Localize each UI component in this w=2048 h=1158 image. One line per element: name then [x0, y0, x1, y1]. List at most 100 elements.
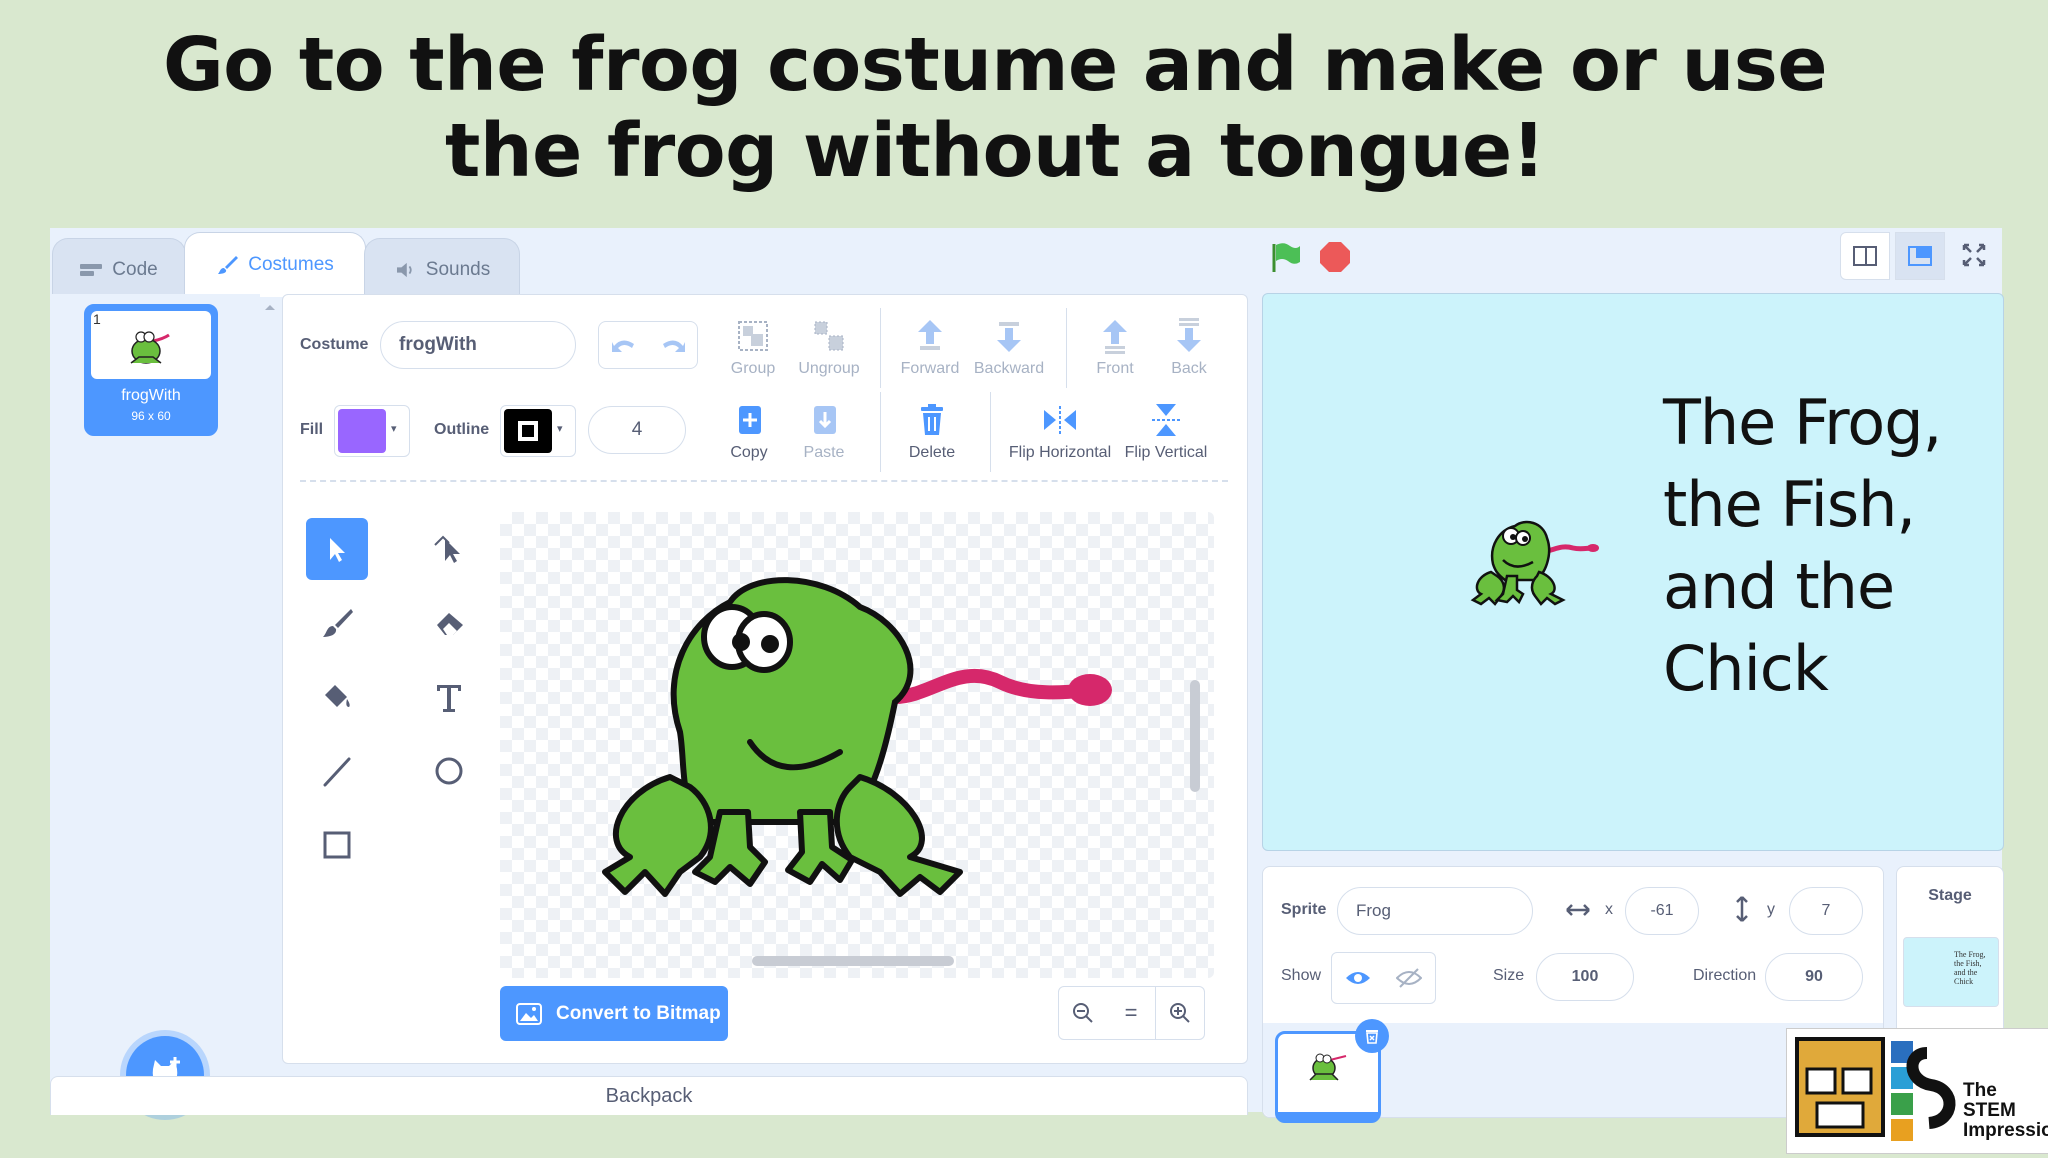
- back-icon: [1177, 318, 1201, 352]
- stage-thumbnail: The Frog, the Fish, and the Chick: [1903, 937, 1999, 1007]
- tab-sounds[interactable]: Sounds: [364, 238, 520, 301]
- green-flag-icon[interactable]: [1268, 240, 1302, 274]
- horizontal-arrows-icon: [1566, 904, 1590, 916]
- stage[interactable]: The Frog, the Fish, and the Chick: [1262, 293, 2004, 851]
- flip-vertical-button[interactable]: Flip Vertical: [1118, 400, 1214, 462]
- brush-icon: [323, 609, 353, 637]
- large-stage-button[interactable]: [1895, 232, 1945, 280]
- delete-sprite-button[interactable]: [1355, 1019, 1389, 1053]
- tab-code[interactable]: Code: [52, 238, 186, 301]
- hide-sprite-button[interactable]: [1383, 952, 1436, 1004]
- circle-tool[interactable]: [418, 740, 480, 802]
- y-input[interactable]: 7: [1789, 887, 1863, 935]
- brush-tool[interactable]: [306, 592, 368, 654]
- paste-label: Paste: [803, 444, 845, 461]
- canvas-vertical-scrollbar[interactable]: [1190, 680, 1200, 792]
- backward-label: Backward: [973, 360, 1045, 377]
- ungroup-button[interactable]: Ungroup: [792, 316, 866, 378]
- group-icon: [738, 321, 768, 351]
- fill-tool[interactable]: [306, 666, 368, 728]
- logo-text: The STEM Impressionists: [1963, 1080, 2048, 1141]
- rectangle-tool[interactable]: [306, 814, 368, 876]
- eye-slash-icon: [1396, 968, 1422, 988]
- sprite-name-input[interactable]: Frog: [1337, 887, 1533, 935]
- zoom-in-button[interactable]: [1156, 986, 1205, 1040]
- canvas-horizontal-scrollbar[interactable]: [752, 956, 954, 966]
- stage-thumbnail-text: The Frog, the Fish, and the Chick: [1954, 950, 1986, 986]
- zoom-out-button[interactable]: [1058, 986, 1108, 1040]
- fill-swatch: [338, 409, 386, 453]
- tab-costumes[interactable]: Costumes: [184, 232, 366, 297]
- flip-horizontal-button[interactable]: Flip Horizontal: [1004, 400, 1116, 462]
- front-icon: [1103, 320, 1127, 354]
- costume-name-input[interactable]: frogWith: [380, 321, 576, 369]
- show-label: Show: [1281, 967, 1322, 984]
- frog-thumbnail-icon: [1309, 1053, 1347, 1081]
- undo-icon[interactable]: [610, 334, 638, 356]
- paint-canvas[interactable]: [500, 512, 1214, 978]
- rectangle-icon: [323, 831, 351, 859]
- chevron-down-icon: ▾: [557, 423, 563, 435]
- outline-color-picker[interactable]: ▾: [500, 405, 576, 457]
- tab-costumes-label: Costumes: [248, 254, 334, 275]
- vertical-arrows-icon: [1736, 896, 1748, 922]
- convert-to-bitmap-button[interactable]: Convert to Bitmap: [500, 986, 728, 1041]
- flip-vertical-icon: [1152, 404, 1180, 436]
- group-button[interactable]: Group: [716, 316, 790, 378]
- code-icon: [80, 264, 103, 276]
- zoom-reset-button[interactable]: =: [1107, 986, 1156, 1040]
- outline-width-input[interactable]: 4: [588, 406, 686, 454]
- toolbar-divider: [990, 392, 991, 472]
- select-tool[interactable]: [306, 518, 368, 580]
- forward-icon: [918, 320, 942, 350]
- costume-name-label: Costume: [300, 336, 369, 353]
- tab-code-label: Code: [112, 259, 158, 280]
- delete-button[interactable]: Delete: [895, 400, 969, 462]
- costume-list-scrollbar[interactable]: [258, 298, 282, 1058]
- paste-button[interactable]: Paste: [787, 400, 861, 462]
- arrow-cursor-icon: [330, 538, 345, 562]
- reshape-tool[interactable]: [418, 518, 480, 580]
- line-icon: [323, 757, 351, 787]
- delete-label: Delete: [908, 444, 956, 461]
- ungroup-icon: [814, 321, 844, 351]
- trash-icon: [1366, 1030, 1378, 1044]
- fullscreen-button[interactable]: [1950, 232, 1998, 278]
- fullscreen-icon: [1962, 243, 1986, 267]
- x-input[interactable]: -61: [1625, 887, 1699, 935]
- stage-title-text: The Frog, the Fish, and the Chick: [1663, 386, 1942, 705]
- outline-label: Outline: [434, 421, 490, 438]
- sprite-thumbnail-footer: [1278, 1112, 1378, 1120]
- frog-sprite: [1470, 520, 1599, 606]
- scroll-up-icon: [265, 305, 275, 310]
- line-tool[interactable]: [306, 740, 368, 802]
- size-input[interactable]: 100: [1536, 953, 1634, 1001]
- direction-input[interactable]: 90: [1765, 953, 1863, 1001]
- small-stage-button[interactable]: [1840, 232, 1890, 280]
- size-label: Size: [1493, 967, 1525, 984]
- front-button[interactable]: Front: [1078, 316, 1152, 378]
- forward-button[interactable]: Forward: [893, 316, 967, 378]
- backward-button[interactable]: Backward: [972, 316, 1046, 378]
- backpack[interactable]: Backpack: [50, 1076, 1248, 1115]
- copy-button[interactable]: Copy: [712, 400, 786, 462]
- fill-color-picker[interactable]: ▾: [334, 405, 410, 457]
- copy-label: Copy: [730, 444, 768, 461]
- frog-thumbnail-icon: [130, 331, 170, 364]
- reshape-icon: [434, 535, 460, 563]
- show-sprite-button[interactable]: [1331, 952, 1385, 1004]
- text-tool[interactable]: [418, 666, 480, 728]
- stop-icon[interactable]: [1318, 240, 1352, 274]
- fill-label: Fill: [300, 421, 324, 438]
- back-button[interactable]: Back: [1152, 316, 1226, 378]
- circle-icon: [435, 757, 463, 785]
- costume-item[interactable]: 1 frogWith 96 x 60: [84, 304, 218, 436]
- stem-impressionists-logo: The STEM Impressionists: [1786, 1028, 2048, 1154]
- redo-icon[interactable]: [659, 334, 687, 356]
- ungroup-label: Ungroup: [798, 360, 860, 377]
- eraser-tool[interactable]: [418, 592, 480, 654]
- back-label: Back: [1171, 360, 1207, 377]
- front-label: Front: [1096, 360, 1134, 377]
- chevron-down-icon: ▾: [391, 423, 397, 435]
- zoom-in-icon: [1170, 1003, 1190, 1023]
